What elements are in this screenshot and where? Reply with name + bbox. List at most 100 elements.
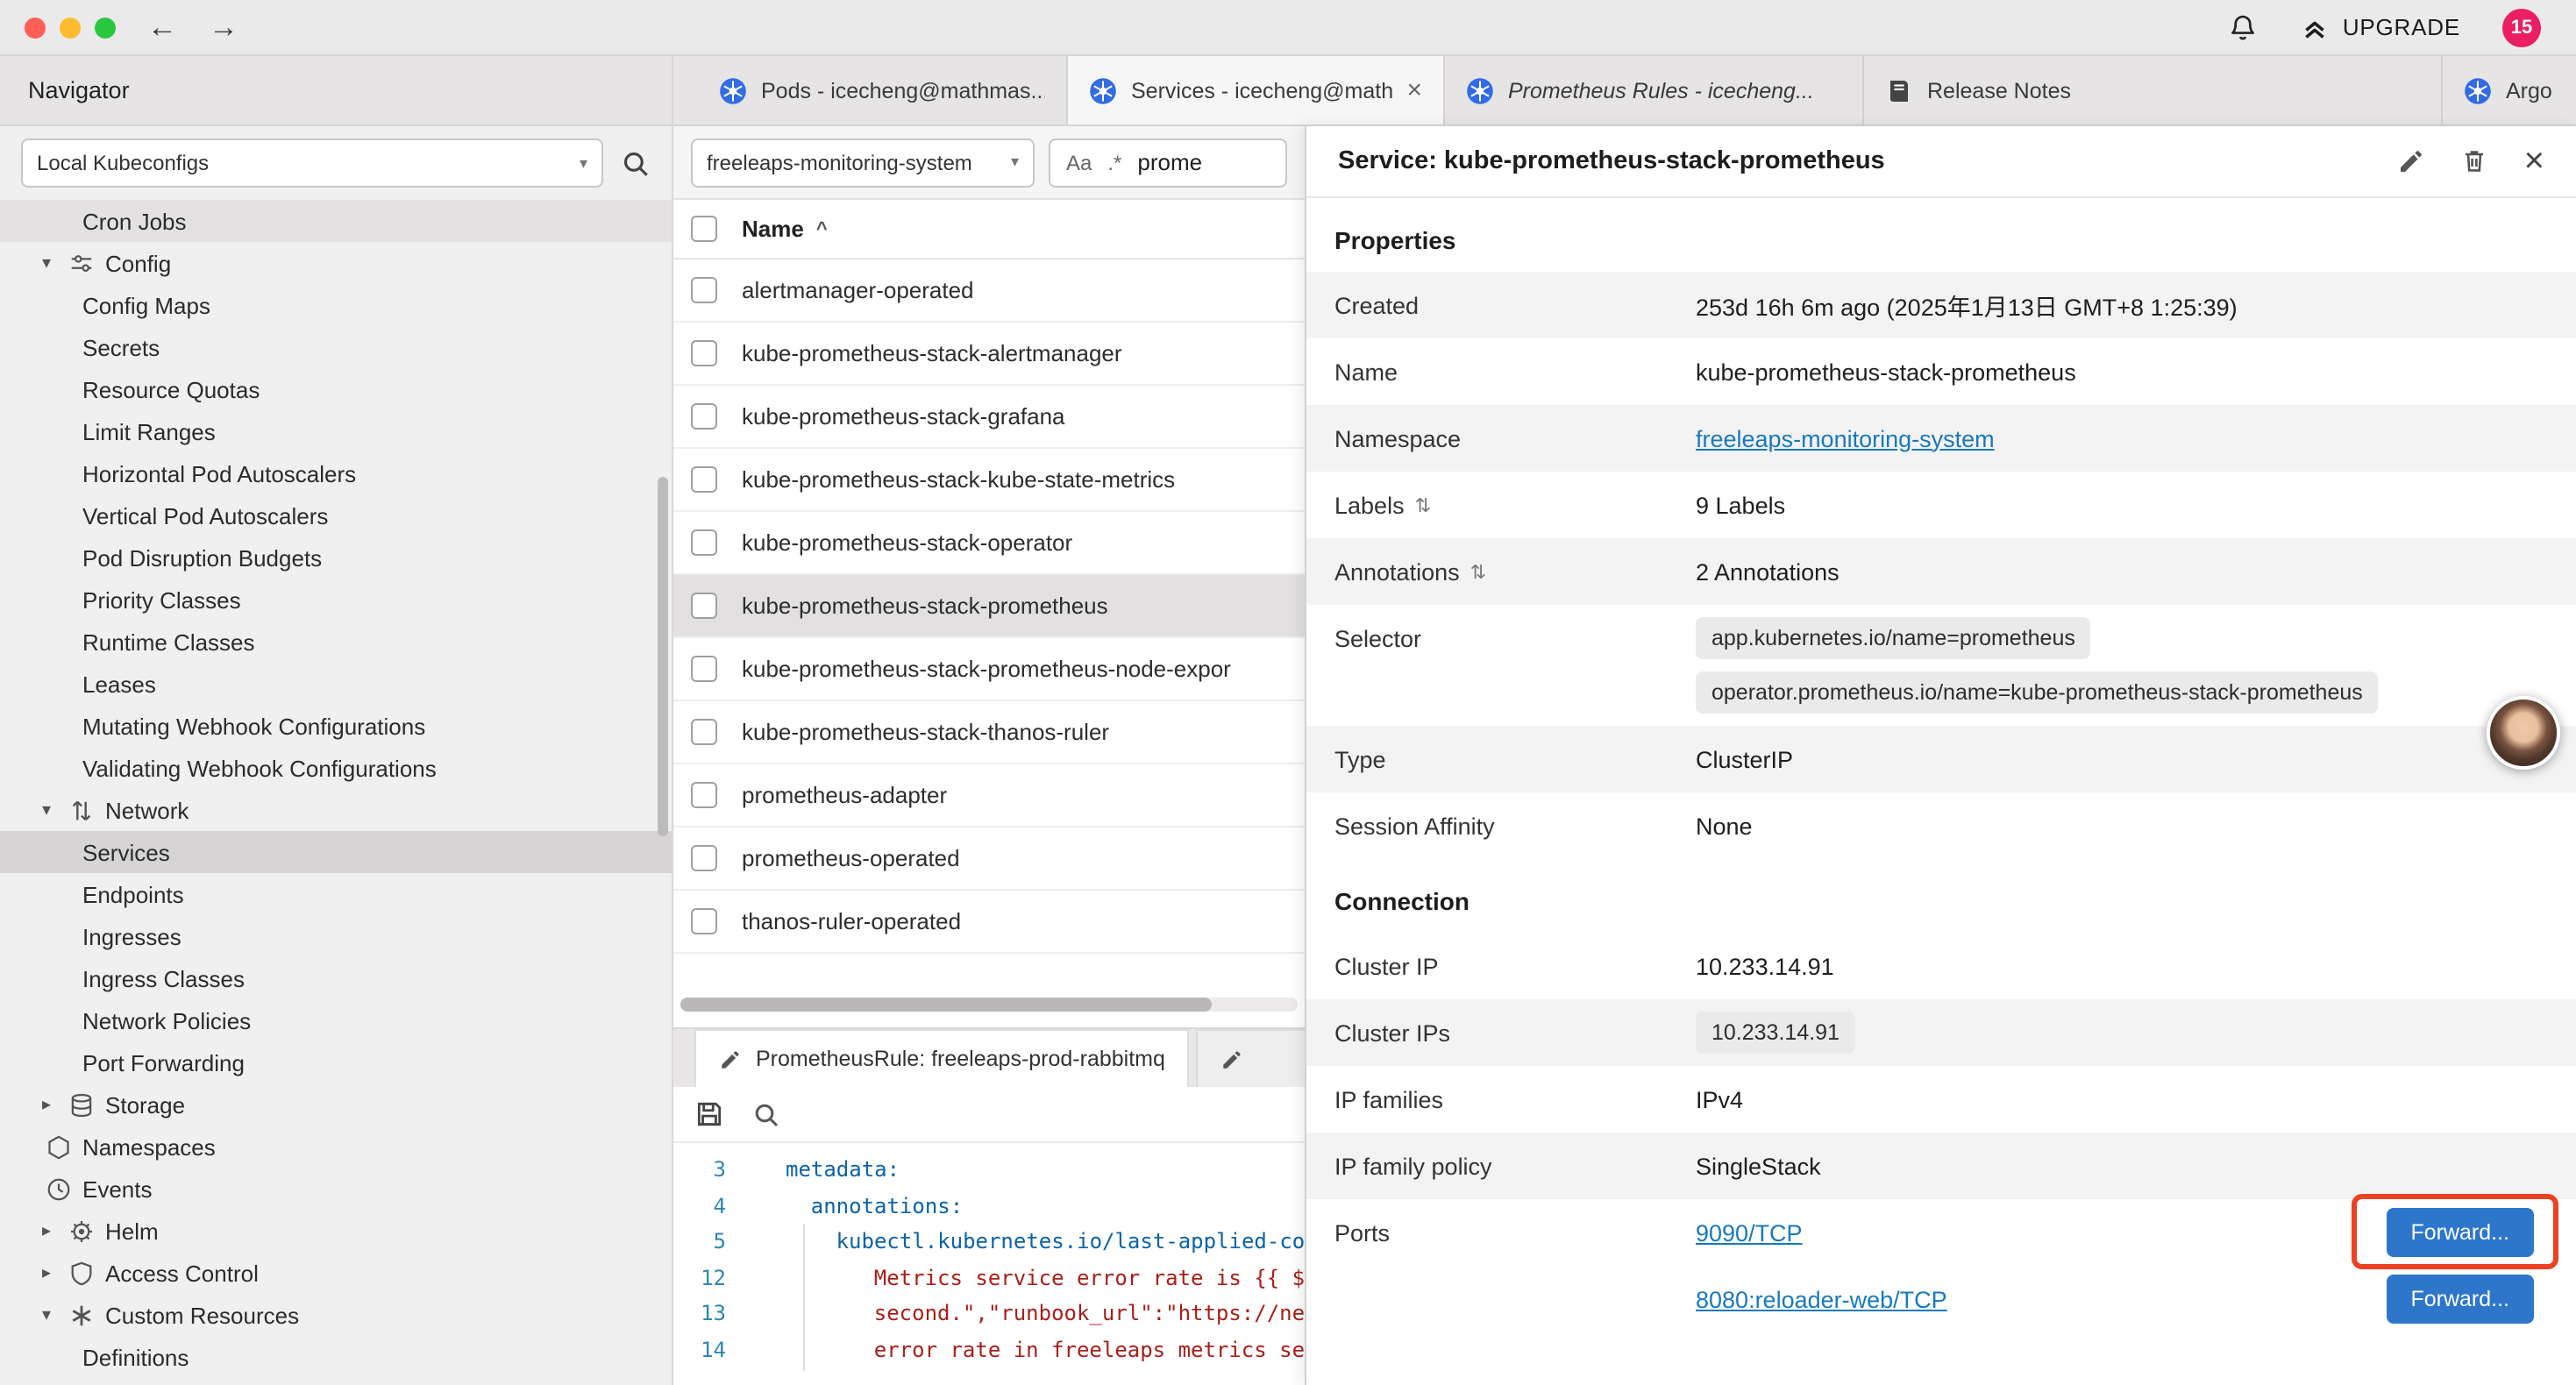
forward-arrow-icon[interactable]: →: [209, 12, 238, 42]
close-details-icon[interactable]: ×: [2524, 144, 2544, 179]
chevron-down-icon[interactable]: ▾: [35, 253, 58, 273]
sort-toggle-icon[interactable]: ⇅: [1470, 560, 1486, 583]
sidebar-item-endpoints[interactable]: Endpoints: [0, 873, 672, 915]
notification-count-badge[interactable]: 15: [2502, 8, 2541, 46]
chevron-down-icon[interactable]: ▾: [35, 800, 58, 820]
sidebar-item-secrets[interactable]: Secrets: [0, 326, 672, 368]
sidebar-item-priority-classes[interactable]: Priority Classes: [0, 579, 672, 621]
sidebar-item-mutating-webhook-configurations[interactable]: Mutating Webhook Configurations: [0, 705, 672, 747]
row-checkbox[interactable]: [691, 845, 717, 871]
sidebar-item-vertical-pod-autoscalers[interactable]: Vertical Pod Autoscalers: [0, 494, 672, 536]
chevron-down-icon[interactable]: ▾: [35, 1305, 58, 1325]
sidebar-item-definitions[interactable]: Definitions: [0, 1336, 672, 1378]
row-checkbox[interactable]: [691, 908, 717, 934]
editor-search-icon[interactable]: [752, 1100, 780, 1128]
sidebar-item-runtime-classes[interactable]: Runtime Classes: [0, 621, 672, 663]
sidebar-item-config[interactable]: ▾Config: [0, 242, 672, 284]
sidebar-item-resource-quotas[interactable]: Resource Quotas: [0, 368, 672, 410]
dock-tab-prometheusrule[interactable]: PrometheusRule: freeleaps-prod-rabbitmq: [694, 1029, 1190, 1087]
delete-resource-icon[interactable]: [2461, 147, 2489, 175]
table-row-prometheus-adapter[interactable]: prometheus-adapter: [673, 764, 1305, 827]
table-row-alertmanager-operated[interactable]: alertmanager-operated: [673, 259, 1305, 323]
sidebar-item-config-maps[interactable]: Config Maps: [0, 284, 672, 326]
row-checkbox[interactable]: [691, 656, 717, 682]
chevron-right-icon[interactable]: ▸: [35, 1263, 58, 1282]
yaml-editor[interactable]: 3metadata:4annotations:5kubectl.kubernet…: [673, 1143, 1305, 1385]
table-row-kube-prometheus-stack-operator[interactable]: kube-prometheus-stack-operator: [673, 512, 1305, 575]
sidebar-item-storage[interactable]: ▸Storage: [0, 1083, 672, 1126]
sidebar-item-ingresses[interactable]: Ingresses: [0, 915, 672, 957]
sidebar-item-network-policies[interactable]: Network Policies: [0, 999, 672, 1041]
row-checkbox[interactable]: [691, 719, 717, 745]
save-icon[interactable]: [694, 1099, 724, 1129]
tab-argo-s[interactable]: Argo S: [2443, 56, 2576, 124]
chevron-right-icon[interactable]: ▸: [35, 1095, 58, 1114]
sidebar-item-ingress-classes[interactable]: Ingress Classes: [0, 957, 672, 999]
tab-pods-icecheng-mathmas[interactable]: Pods - icecheng@mathmas...: [698, 56, 1068, 124]
sidebar-item-horizontal-pod-autoscalers[interactable]: Horizontal Pod Autoscalers: [0, 452, 672, 494]
dock-tab-partial[interactable]: [1197, 1029, 1305, 1087]
close-tab-icon[interactable]: ×: [1406, 77, 1422, 103]
column-header-name[interactable]: Name ^: [742, 216, 828, 242]
tab-release-notes[interactable]: Release Notes: [1864, 56, 2443, 124]
sidebar-item-port-forwarding[interactable]: Port Forwarding: [0, 1041, 672, 1083]
table-row-kube-prometheus-stack-prometheus-node-expor[interactable]: kube-prometheus-stack-prometheus-node-ex…: [673, 638, 1305, 701]
table-row-kube-prometheus-stack-grafana[interactable]: kube-prometheus-stack-grafana: [673, 386, 1305, 449]
sidebar-item-events[interactable]: Events: [0, 1168, 672, 1210]
row-checkbox[interactable]: [691, 403, 717, 430]
sidebar-item-services[interactable]: Services: [0, 831, 672, 873]
select-all-checkbox[interactable]: [691, 216, 717, 242]
edit-resource-icon[interactable]: [2398, 147, 2426, 175]
table-row-kube-prometheus-stack-thanos-ruler[interactable]: kube-prometheus-stack-thanos-ruler: [673, 701, 1305, 764]
notifications-bell-icon[interactable]: [2227, 11, 2259, 43]
sidebar-item-cron-jobs[interactable]: Cron Jobs: [0, 200, 672, 242]
chevron-right-icon[interactable]: ▸: [35, 1221, 58, 1240]
tab-prometheus-rules-icecheng[interactable]: Prometheus Rules - icecheng...: [1445, 56, 1864, 124]
sidebar-item-custom-resources[interactable]: ▾Custom Resources: [0, 1294, 672, 1336]
sidebar-item-leases[interactable]: Leases: [0, 663, 672, 705]
sidebar-item-pod-disruption-budgets[interactable]: Pod Disruption Budgets: [0, 536, 672, 579]
dock-tab-label: PrometheusRule: freeleaps-prod-rabbitmq: [756, 1047, 1165, 1071]
table-row-kube-prometheus-stack-prometheus[interactable]: kube-prometheus-stack-prometheus: [673, 575, 1305, 638]
sidebar-item-limit-ranges[interactable]: Limit Ranges: [0, 410, 672, 452]
match-case-toggle[interactable]: Aa: [1066, 150, 1092, 174]
row-checkbox[interactable]: [691, 529, 717, 556]
namespace-link[interactable]: freeleaps-monitoring-system: [1696, 425, 1995, 451]
table-row-kube-prometheus-stack-kube-state-metrics[interactable]: kube-prometheus-stack-kube-state-metrics: [673, 449, 1305, 512]
back-arrow-icon[interactable]: ←: [147, 12, 177, 42]
minimize-window-button[interactable]: [60, 17, 81, 38]
tab-services-icecheng-math[interactable]: Services - icecheng@math...×: [1068, 56, 1445, 124]
sidebar-item-access-control[interactable]: ▸Access Control: [0, 1252, 672, 1294]
port-link[interactable]: 8080:reloader-web/TCP: [1696, 1286, 1947, 1312]
row-checkbox[interactable]: [691, 782, 717, 808]
search-input[interactable]: Aa .* prome: [1049, 138, 1287, 187]
sidebar-item-namespaces[interactable]: Namespaces: [0, 1126, 672, 1168]
scrollbar-thumb[interactable]: [680, 998, 1211, 1012]
namespace-selector[interactable]: freeleaps-monitoring-system ▾: [691, 138, 1035, 187]
sidebar-item-helm[interactable]: ▸Helm: [0, 1210, 672, 1252]
navigator-title: Navigator: [28, 77, 130, 103]
sort-toggle-icon[interactable]: ⇅: [1415, 494, 1431, 516]
table-row-kube-prometheus-stack-alertmanager[interactable]: kube-prometheus-stack-alertmanager: [673, 323, 1305, 386]
sidebar-scrollbar[interactable]: [658, 477, 668, 836]
kubeconfig-selector[interactable]: Local Kubeconfigs ▾: [21, 138, 603, 188]
row-checkbox[interactable]: [691, 340, 717, 366]
regex-toggle[interactable]: .*: [1107, 150, 1121, 174]
port-forward-button[interactable]: Forward...: [2386, 1208, 2534, 1257]
close-window-button[interactable]: [25, 17, 46, 38]
row-checkbox[interactable]: [691, 466, 717, 493]
row-checkbox[interactable]: [691, 593, 717, 619]
port-link[interactable]: 9090/TCP: [1696, 1219, 1803, 1246]
avatar[interactable]: [2487, 696, 2560, 770]
sidebar-item-network[interactable]: ▾Network: [0, 789, 672, 831]
horizontal-scrollbar[interactable]: [680, 998, 1298, 1012]
sidebar-item-label: Namespaces: [82, 1133, 216, 1160]
row-checkbox[interactable]: [691, 277, 717, 303]
sidebar-item-validating-webhook-configurations[interactable]: Validating Webhook Configurations: [0, 747, 672, 789]
sidebar-search-icon[interactable]: [621, 148, 651, 178]
table-row-thanos-ruler-operated[interactable]: thanos-ruler-operated: [673, 891, 1305, 954]
upgrade-button[interactable]: UPGRADE: [2301, 13, 2460, 41]
table-row-prometheus-operated[interactable]: prometheus-operated: [673, 827, 1305, 891]
port-forward-button[interactable]: Forward...: [2386, 1275, 2534, 1324]
maximize-window-button[interactable]: [95, 17, 116, 38]
